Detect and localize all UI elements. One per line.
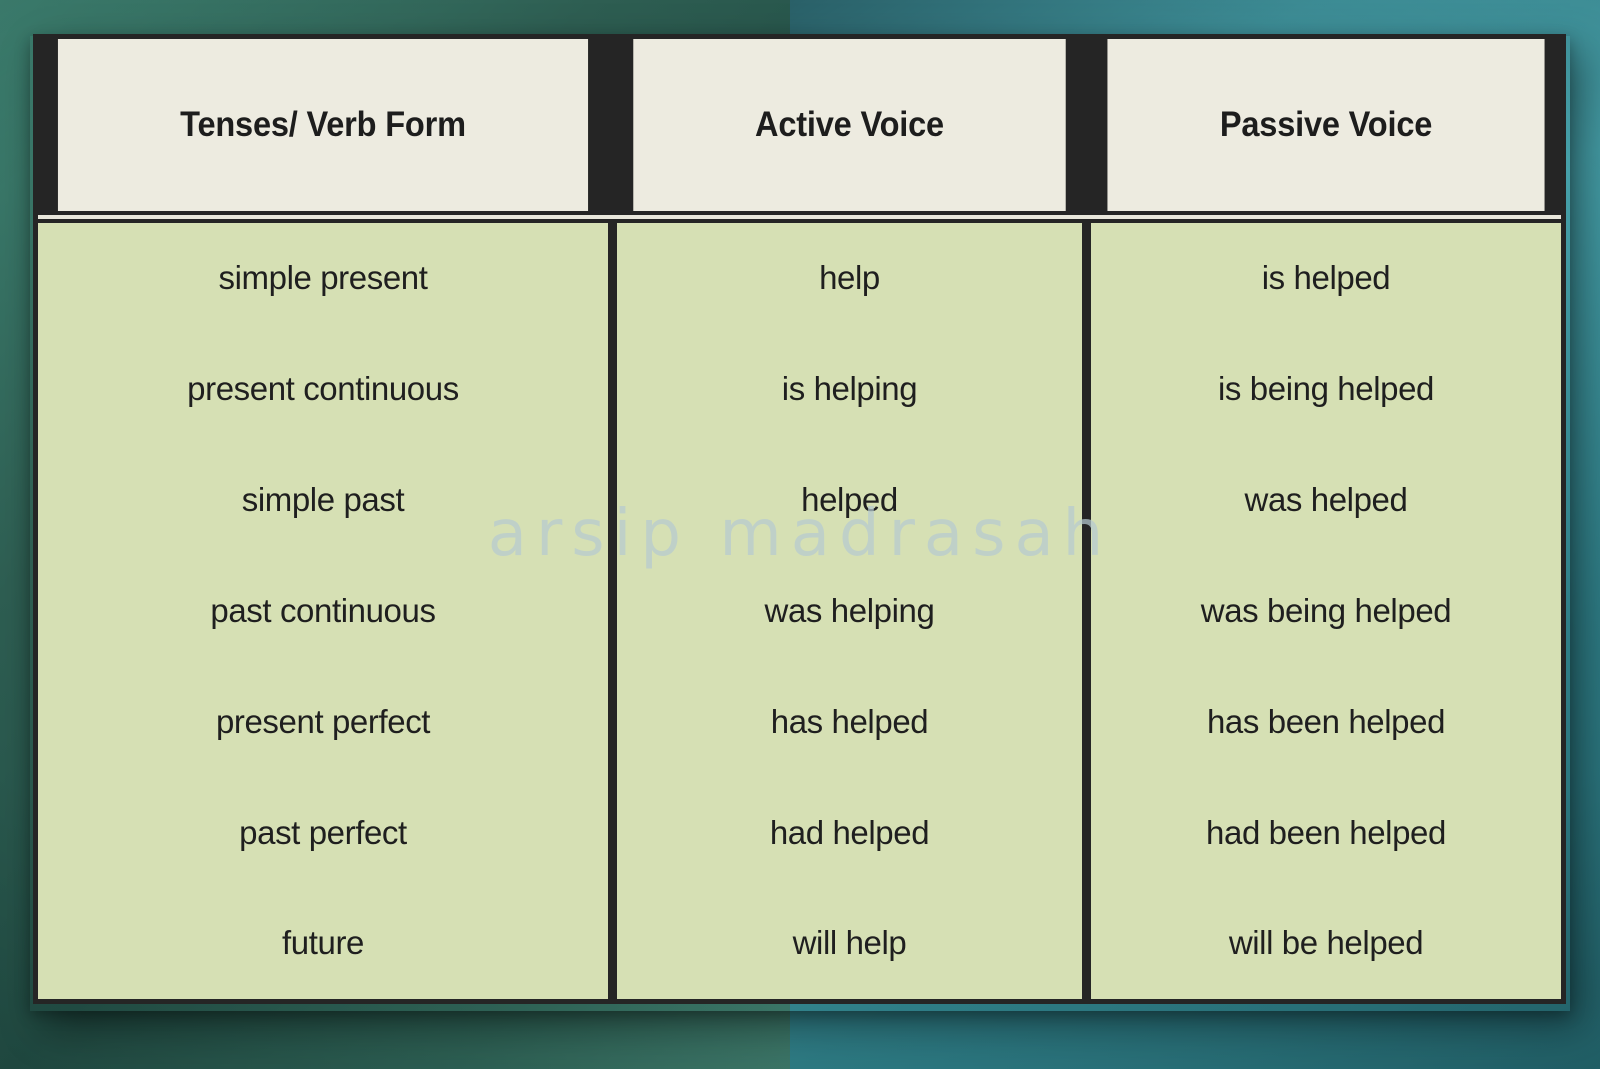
cell-active-1: help xyxy=(819,259,880,297)
cell-active-4: was helping xyxy=(764,591,935,629)
cell-active-6: had helped xyxy=(769,813,930,851)
cell-passive-1: is helped xyxy=(1261,259,1391,297)
table-body: simple present present continuous simple… xyxy=(38,223,1561,999)
cell-passive-5: has been helped xyxy=(1206,702,1446,740)
cell-tense-6: past perfect xyxy=(239,813,407,851)
cell-passive-7: will be helped xyxy=(1228,924,1424,962)
cell-active-5: has helped xyxy=(770,702,929,740)
cell-tense-1: simple present xyxy=(218,259,428,297)
active-passive-voice-table: Tenses/ Verb Form Active Voice Passive V… xyxy=(33,34,1566,1004)
column-passive-voice: is helped is being helped was helped was… xyxy=(1091,223,1561,999)
column-header-passive-voice-label: Passive Voice xyxy=(1219,105,1433,144)
cell-passive-4: was being helped xyxy=(1200,591,1452,629)
cell-active-3: helped xyxy=(801,481,898,518)
header-column-divider-2 xyxy=(1082,39,1091,211)
column-header-passive-voice: Passive Voice xyxy=(1107,39,1545,211)
column-header-active-voice-label: Active Voice xyxy=(755,105,944,144)
header-column-divider-1 xyxy=(608,39,617,211)
column-header-tenses-label: Tenses/ Verb Form xyxy=(180,105,466,144)
column-header-tenses: Tenses/ Verb Form xyxy=(57,39,589,211)
cell-tense-7: future xyxy=(282,924,364,962)
cell-passive-2: is being helped xyxy=(1217,370,1434,408)
column-active-voice: help is helping helped was helping has h… xyxy=(617,223,1082,999)
cell-active-7: will help xyxy=(792,924,907,962)
cell-tense-3: simple past xyxy=(241,481,405,518)
body-column-divider-1 xyxy=(608,223,617,999)
cell-tense-5: present perfect xyxy=(215,702,431,740)
body-column-divider-2 xyxy=(1082,223,1091,999)
cell-passive-3: was helped xyxy=(1244,481,1408,518)
column-header-active-voice: Active Voice xyxy=(633,39,1066,211)
cell-active-2: is helping xyxy=(781,370,918,408)
cell-tense-2: present continuous xyxy=(187,370,459,408)
table-header-row: Tenses/ Verb Form Active Voice Passive V… xyxy=(38,39,1561,211)
header-body-separator xyxy=(38,211,1561,223)
column-tenses: simple present present continuous simple… xyxy=(38,223,608,999)
cell-passive-6: had been helped xyxy=(1206,813,1446,851)
cell-tense-4: past continuous xyxy=(210,591,436,629)
